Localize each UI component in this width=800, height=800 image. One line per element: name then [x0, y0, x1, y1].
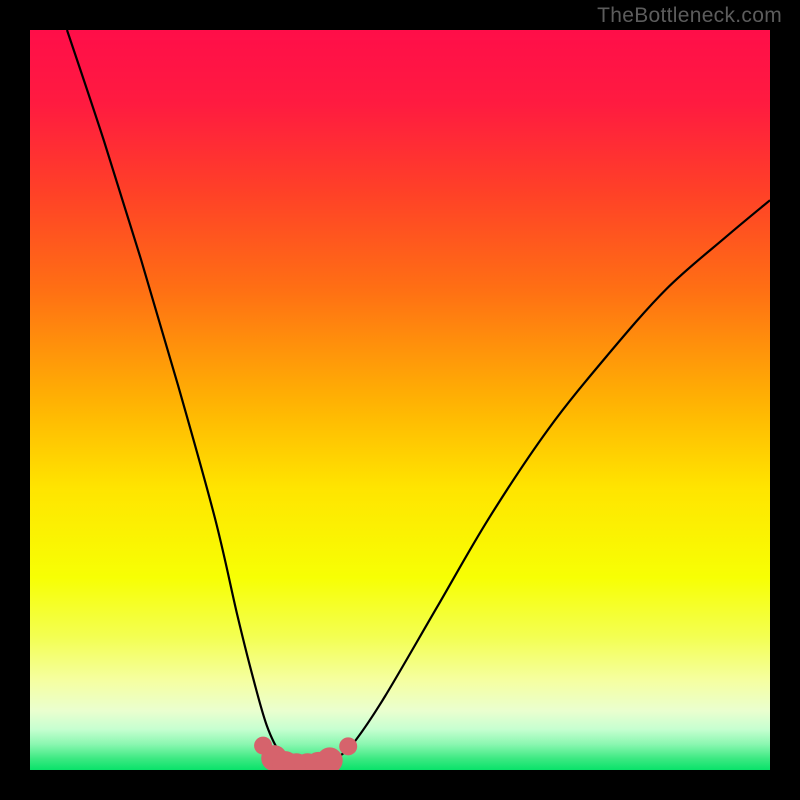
chart-frame: TheBottleneck.com — [0, 0, 800, 800]
curve-layer — [30, 30, 770, 770]
bottleneck-curve — [67, 30, 770, 767]
watermark-text: TheBottleneck.com — [597, 4, 782, 28]
highlight-marker — [339, 737, 357, 755]
plot-area — [30, 30, 770, 770]
highlight-marker — [317, 747, 343, 770]
